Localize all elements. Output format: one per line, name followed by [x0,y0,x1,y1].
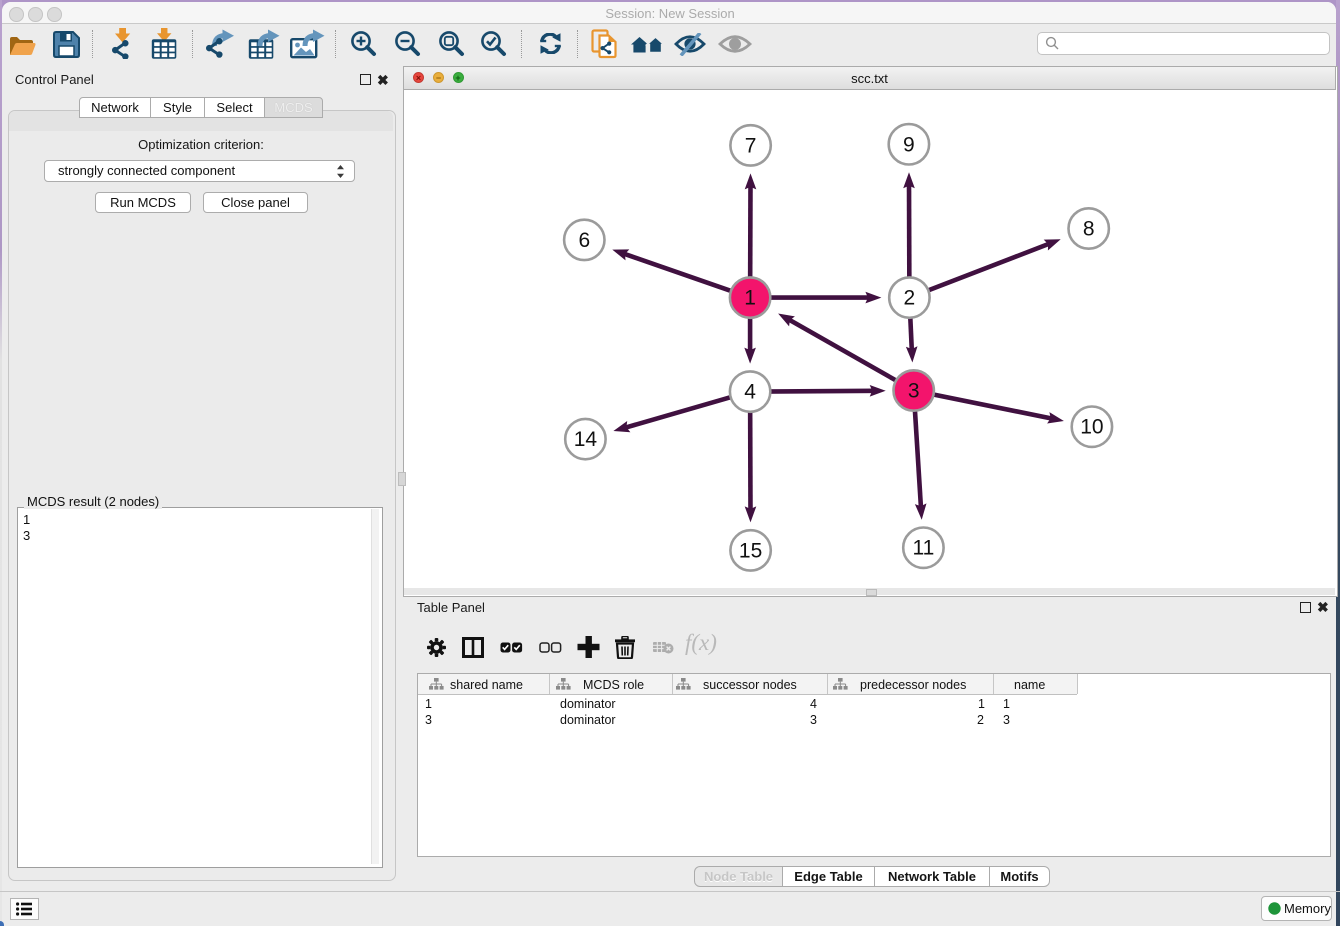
svg-text:14: 14 [574,428,598,451]
svg-text:15: 15 [739,539,762,562]
svg-text:11: 11 [912,537,934,560]
svg-text:7: 7 [745,134,757,157]
svg-text:10: 10 [1080,416,1103,439]
svg-text:9: 9 [903,133,915,156]
svg-text:8: 8 [1083,218,1095,241]
svg-text:1: 1 [744,287,756,310]
svg-text:6: 6 [578,229,590,252]
svg-text:2: 2 [904,287,916,310]
svg-text:4: 4 [744,381,756,404]
svg-text:3: 3 [908,380,920,403]
